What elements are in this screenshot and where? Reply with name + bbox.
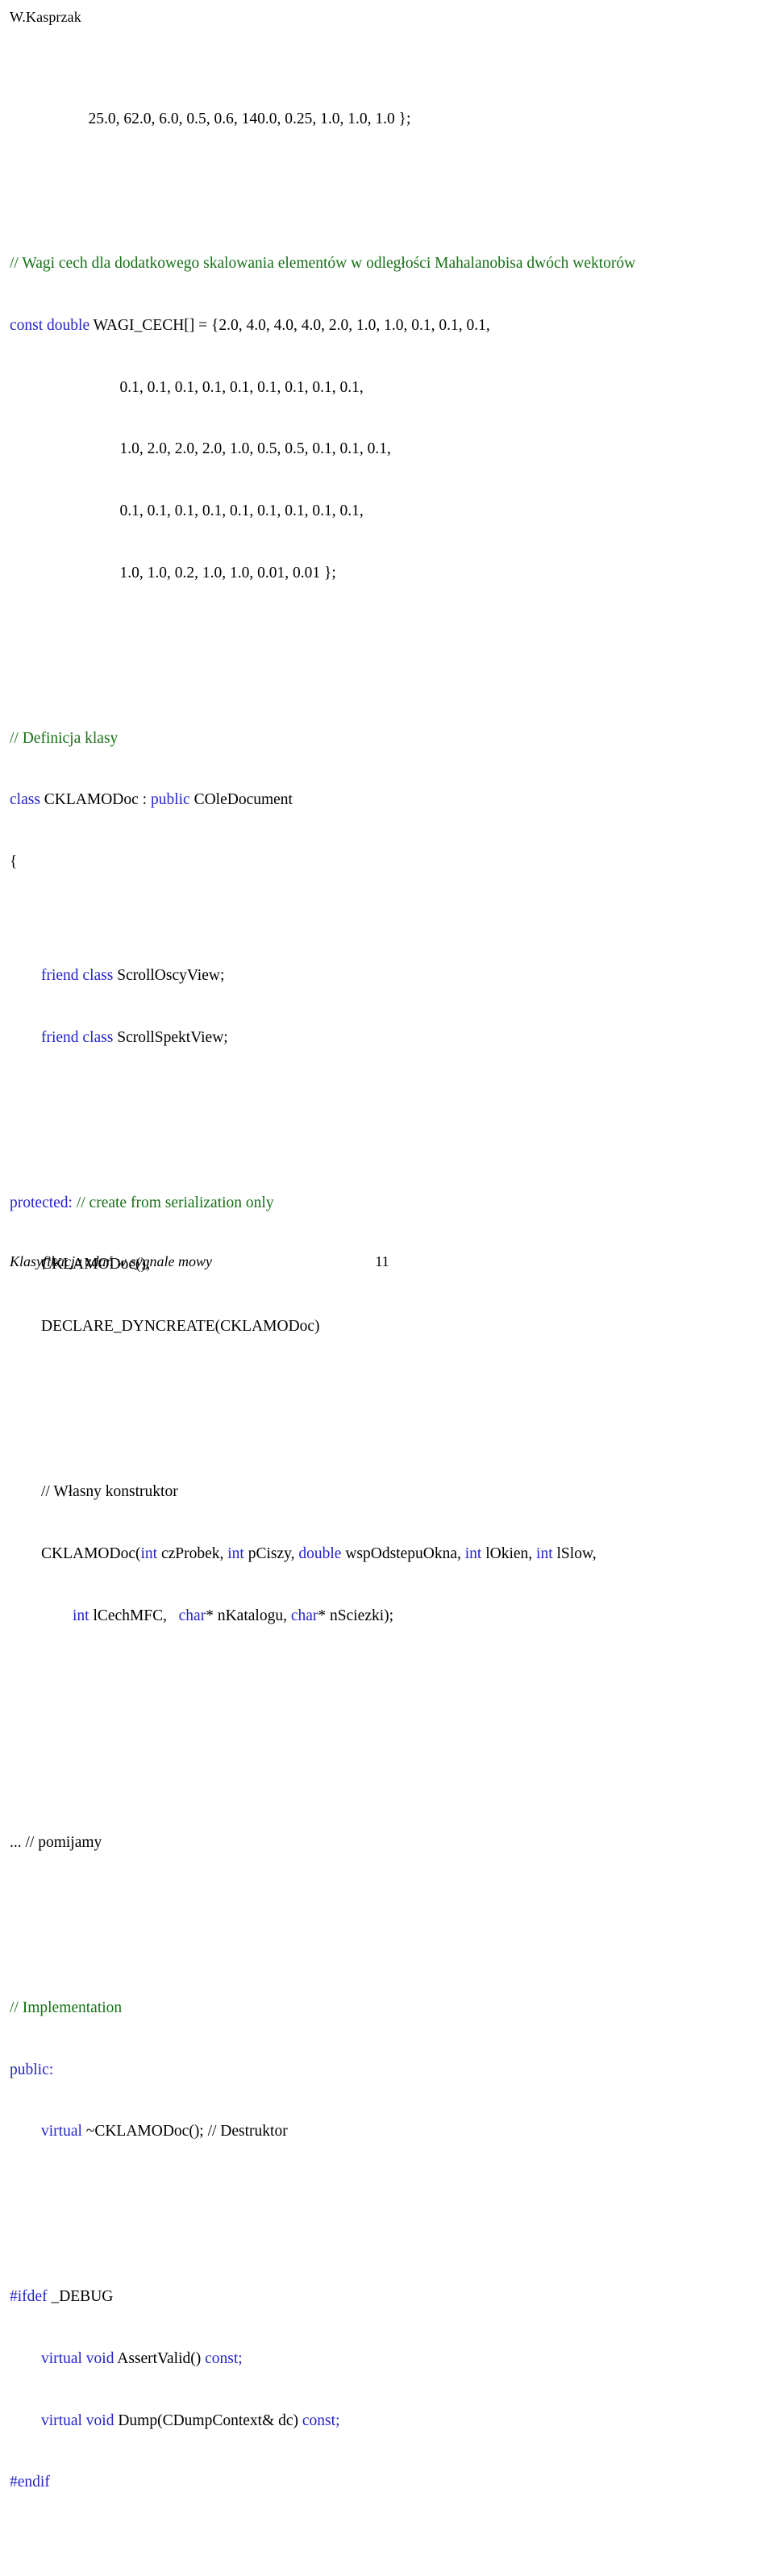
- code-token: lCechMFC,: [89, 1607, 179, 1624]
- class-def-comment-line: // Definicja klasy: [10, 728, 768, 749]
- code-token: virtual void: [10, 2349, 114, 2367]
- code-token: char: [290, 1607, 318, 1624]
- own-ctor-params-1: int czProbek, int pCiszy, double wspOdst…: [140, 1545, 596, 1562]
- const-double-keyword: const double: [10, 316, 90, 334]
- code-token: const;: [205, 2349, 243, 2367]
- assert-valid-line: virtual void AssertValid() const;: [10, 2349, 768, 2370]
- code-token: pCiszy,: [243, 1544, 299, 1562]
- code-token: double: [298, 1544, 342, 1562]
- protected-serialization-line: protected: // create from serialization …: [10, 1193, 768, 1214]
- code-token: int: [227, 1544, 244, 1562]
- code-token: int: [140, 1544, 158, 1562]
- virtual-keyword: virtual: [41, 2123, 82, 2140]
- public-keyword: public: [150, 791, 190, 809]
- class-keyword: class: [10, 791, 40, 809]
- dump-tokens: virtual void Dump(CDumpContext& dc) cons…: [10, 2412, 340, 2429]
- friend-class-1: ScrollOscyView;: [113, 967, 225, 985]
- class-def-comment: // Definicja klasy: [10, 729, 119, 747]
- destructor-line: virtual ~CKLAMODoc(); // Destruktor: [10, 2121, 768, 2142]
- class-decl-line: class CKLAMODoc : public COleDocument: [10, 790, 768, 811]
- friend-class-2: ScrollSpektView;: [113, 1028, 228, 1046]
- implementation-comment: // Implementation: [10, 1999, 123, 2016]
- brace-open: {: [10, 853, 18, 871]
- code-token: czProbek,: [157, 1544, 228, 1562]
- wagi-cech-row-values: 1.0, 1.0, 0.2, 1.0, 1.0, 0.01, 0.01 };: [10, 564, 336, 581]
- code-token: lSlow,: [552, 1544, 597, 1562]
- own-ctor-name: CKLAMODoc(: [10, 1544, 141, 1562]
- omitted-line: ... // pomijamy: [10, 1832, 768, 1853]
- ifdef-debug-line: #ifdef _DEBUG: [10, 2286, 768, 2307]
- brace-open-line: {: [10, 852, 768, 873]
- endif-keyword: #endif: [10, 2474, 50, 2491]
- declare-dyncreate: DECLARE_DYNCREATE(CKLAMODoc): [10, 1318, 320, 1336]
- base-class-name: COleDocument: [189, 791, 293, 809]
- destructor-decl: ~CKLAMODoc(); // Destruktor: [81, 2123, 288, 2140]
- dump-line: virtual void Dump(CDumpContext& dc) cons…: [10, 2411, 768, 2432]
- code-token: wspOdstepuOkna,: [341, 1544, 465, 1562]
- public-keyword: public:: [10, 2061, 54, 2078]
- friend-class-line: friend class ScrollOscyView;: [10, 965, 768, 986]
- public-keyword-line: public:: [10, 2060, 768, 2081]
- code-token: const;: [302, 2411, 340, 2429]
- wagi-cech-row-values: 0.1, 0.1, 0.1, 0.1, 0.1, 0.1, 0.1, 0.1, …: [10, 502, 364, 520]
- protected-keyword: protected:: [10, 1194, 73, 1211]
- page-footer: Klasyfikacja zdań w sygnale mowy 11: [6, 1253, 768, 1273]
- array-tail-values: 25.0, 62.0, 6.0, 0.5, 0.6, 140.0, 0.25, …: [10, 110, 411, 127]
- code-token: int: [536, 1544, 553, 1562]
- friend-class-keyword: friend class: [41, 967, 114, 985]
- endif-line: #endif: [10, 2472, 768, 2493]
- wagi-cech-comment: // Wagi cech dla dodatkowego skalowania …: [10, 254, 636, 272]
- own-ctor-signature-line-2: int lCechMFC, char* nKatalogu, char* nSc…: [10, 1606, 768, 1627]
- code-token: * nSciezki);: [318, 1607, 394, 1624]
- code-token: int: [10, 1607, 89, 1624]
- wagi-cech-row-values: 0.1, 0.1, 0.1, 0.1, 0.1, 0.1, 0.1, 0.1, …: [10, 378, 364, 396]
- friend-class-line: friend class ScrollSpektView;: [10, 1027, 768, 1048]
- footer-page-number: 11: [375, 1253, 389, 1269]
- wagi-cech-comment-line: // Wagi cech dla dodatkowego skalowania …: [10, 253, 768, 274]
- assert-valid-tokens: virtual void AssertValid() const;: [10, 2350, 243, 2367]
- own-ctor-signature-line-1: CKLAMODoc(int czProbek, int pCiszy, doub…: [10, 1544, 768, 1565]
- code-token: char: [178, 1607, 206, 1624]
- friend-class-keyword: friend class: [41, 1028, 114, 1046]
- code-token: lOkien,: [481, 1544, 537, 1562]
- code-token: Dump(CDumpContext& dc): [114, 2411, 302, 2429]
- own-ctor-params-2: int lCechMFC, char* nKatalogu, char* nSc…: [10, 1607, 393, 1624]
- wagi-cech-row: 0.1, 0.1, 0.1, 0.1, 0.1, 0.1, 0.1, 0.1, …: [10, 501, 768, 522]
- wagi-cech-row: 1.0, 1.0, 0.2, 1.0, 1.0, 0.01, 0.01 };: [10, 563, 768, 584]
- wagi-cech-row: 0.1, 0.1, 0.1, 0.1, 0.1, 0.1, 0.1, 0.1, …: [10, 377, 768, 398]
- own-ctor-comment-line: // Własny konstruktor: [10, 1482, 768, 1503]
- code-token: int: [464, 1544, 482, 1562]
- declare-dyncreate-line: DECLARE_DYNCREATE(CKLAMODoc): [10, 1316, 768, 1337]
- ifdef-keyword: #ifdef: [10, 2288, 48, 2306]
- class-name: CKLAMODoc :: [40, 791, 151, 809]
- wagi-cech-decl-line: const double WAGI_CECH[] = {2.0, 4.0, 4.…: [10, 315, 768, 336]
- array-tail-line: 25.0, 62.0, 6.0, 0.5, 0.6, 140.0, 0.25, …: [10, 109, 768, 130]
- wagi-cech-row-values: 1.0, 2.0, 2.0, 2.0, 1.0, 0.5, 0.5, 0.1, …: [10, 440, 391, 458]
- code-listing: 25.0, 62.0, 6.0, 0.5, 0.6, 140.0, 0.25, …: [10, 47, 768, 2576]
- document-page: W.Kasprzak 25.0, 62.0, 6.0, 0.5, 0.6, 14…: [0, 0, 774, 2491]
- debug-macro-name: _DEBUG: [47, 2288, 114, 2306]
- code-token: virtual void: [10, 2411, 114, 2429]
- wagi-cech-decl-rest: WAGI_CECH[] = {2.0, 4.0, 4.0, 4.0, 2.0, …: [89, 316, 490, 334]
- running-header-author: W.Kasprzak: [10, 9, 81, 25]
- wagi-cech-row: 1.0, 2.0, 2.0, 2.0, 1.0, 0.5, 0.5, 0.1, …: [10, 439, 768, 460]
- code-token: AssertValid(): [114, 2349, 206, 2367]
- code-token: * nKatalogu,: [206, 1607, 291, 1624]
- implementation-comment-line: // Implementation: [10, 1998, 768, 2019]
- omitted-text: ... // pomijamy: [10, 1834, 102, 1852]
- protected-comment: // create from serialization only: [72, 1194, 274, 1211]
- own-ctor-comment: // Własny konstruktor: [10, 1482, 178, 1500]
